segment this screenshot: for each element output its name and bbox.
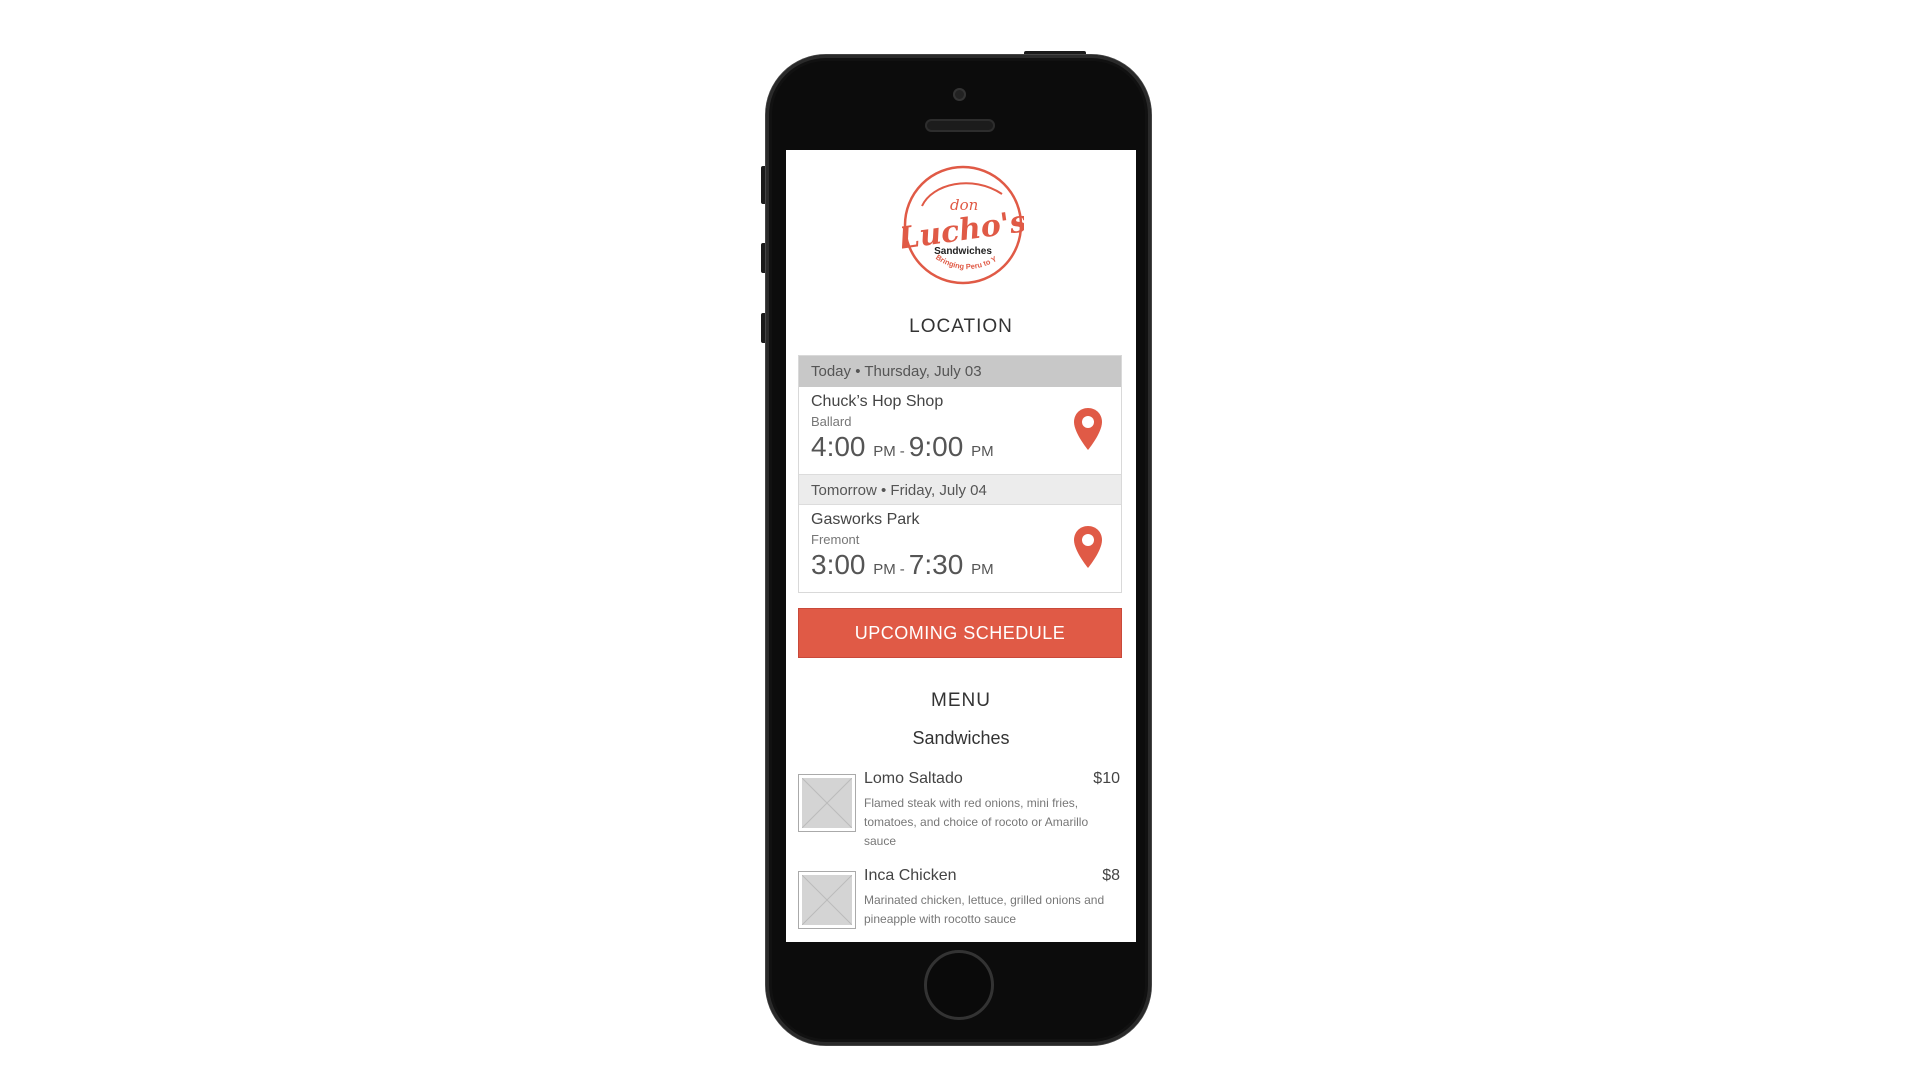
app-screen: don Lucho's Sandwiches Bringing Peru to … (786, 150, 1136, 942)
menu-item-price: $10 (1093, 770, 1120, 787)
earpiece-speaker (925, 119, 995, 132)
time-separator: - (899, 443, 905, 460)
end-time: 7:30 (908, 549, 964, 580)
stop-name: Gasworks Park (811, 511, 920, 528)
menu-item[interactable]: Lomo Saltado $10 Flamed steak with red o… (798, 770, 1122, 850)
time-separator: - (899, 561, 905, 578)
front-camera (953, 88, 966, 101)
image-placeholder-icon (798, 871, 856, 929)
end-ampm: PM (971, 561, 994, 578)
stop-area: Ballard (811, 414, 852, 429)
end-ampm: PM (971, 443, 994, 460)
stop-area: Fremont (811, 532, 860, 547)
stop-time: 3:00 PM -7:30 PM (811, 549, 1109, 581)
map-pin-icon[interactable] (1073, 525, 1103, 569)
brand-logo: don Lucho's Sandwiches Bringing Peru to … (902, 164, 1024, 285)
menu-item-description: Marinated chicken, lettuce, grilled onio… (864, 893, 1105, 926)
upcoming-schedule-button[interactable]: UPCOMING SCHEDULE (798, 608, 1122, 658)
menu-item-description: Flamed steak with red onions, mini fries… (864, 796, 1089, 848)
day-header-today: Today • Thursday, July 03 (799, 356, 1121, 387)
menu-item-name: Lomo Saltado (864, 770, 963, 787)
start-time: 3:00 (811, 549, 866, 580)
start-ampm: PM (873, 561, 896, 578)
menu-category-title: Sandwiches (912, 728, 1010, 748)
stop-name: Chuck’s Hop Shop (811, 393, 944, 410)
location-title: LOCATION (909, 316, 1013, 337)
home-button[interactable] (924, 950, 994, 1020)
stop-time: 4:00 PM -9:00 PM (811, 431, 1109, 463)
map-pin-icon[interactable] (1073, 407, 1103, 451)
start-time: 4:00 (811, 431, 866, 462)
menu-item-name: Inca Chicken (864, 867, 957, 884)
schedule-stop-today[interactable]: Chuck’s Hop Shop Ballard 4:00 PM -9:00 PM (799, 387, 1121, 474)
day-header-tomorrow: Tomorrow • Friday, July 04 (799, 474, 1121, 505)
schedule-stop-tomorrow[interactable]: Gasworks Park Fremont 3:00 PM -7:30 PM (799, 505, 1121, 592)
location-schedule: Today • Thursday, July 03 Chuck’s Hop Sh… (798, 355, 1122, 593)
menu-title: MENU (931, 690, 991, 711)
menu-item-price: $8 (1102, 867, 1120, 884)
image-placeholder-icon (798, 774, 856, 832)
menu-item[interactable]: Inca Chicken $8 Marinated chicken, lettu… (798, 867, 1122, 942)
end-time: 9:00 (908, 431, 964, 462)
start-ampm: PM (873, 443, 896, 460)
